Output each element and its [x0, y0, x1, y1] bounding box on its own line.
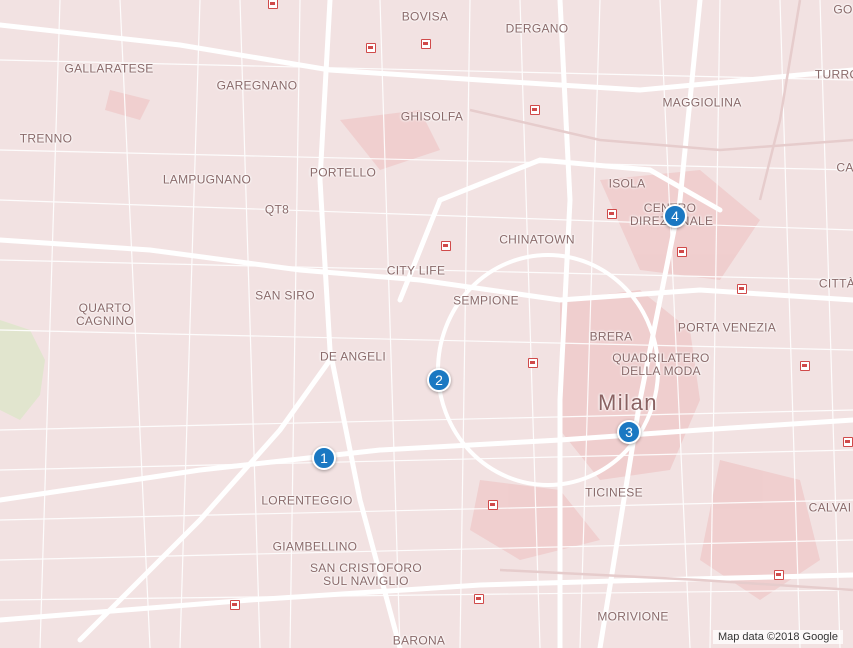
- place-label-chinatown: CHINATOWN: [499, 232, 575, 247]
- map-marker-1[interactable]: 1: [312, 446, 336, 470]
- metro-station-icon[interactable]: [737, 284, 747, 294]
- map-marker-4[interactable]: 4: [663, 204, 687, 228]
- metro-station-icon[interactable]: [843, 437, 853, 447]
- metro-station-icon[interactable]: [421, 39, 431, 49]
- place-label-porta-venezia: PORTA VENEZIA: [677, 320, 777, 335]
- metro-station-icon[interactable]: [230, 600, 240, 610]
- place-label-calvai: CALVAI: [808, 500, 852, 515]
- metro-station-icon[interactable]: [677, 247, 687, 257]
- metro-station-icon[interactable]: [528, 358, 538, 368]
- place-label-isola: ISOLA: [608, 176, 646, 191]
- metro-station-icon[interactable]: [441, 241, 451, 251]
- place-label-ghisolfa: GHISOLFA: [400, 109, 464, 124]
- metro-station-icon[interactable]: [607, 209, 617, 219]
- place-label-brera: BRERA: [589, 329, 633, 344]
- place-label-dergano: DERGANO: [505, 21, 569, 36]
- place-label-garegnano: GAREGNANO: [216, 78, 298, 93]
- map-attribution[interactable]: Map data ©2018 Google: [712, 630, 843, 644]
- place-label-barona: BARONA: [392, 633, 446, 648]
- metro-station-icon[interactable]: [268, 0, 278, 9]
- place-label-ticinese: TICINESE: [585, 485, 643, 500]
- place-label-san-siro: SAN SIRO: [255, 288, 315, 303]
- place-label-sempione: SEMPIONE: [453, 293, 519, 308]
- place-label-portello: PORTELLO: [309, 165, 377, 180]
- metro-station-icon[interactable]: [800, 361, 810, 371]
- city-label: Milan: [597, 390, 659, 415]
- place-label-quadrilatero-della-moda: QUADRILATERO DELLA MODA: [612, 351, 710, 378]
- map-marker-2[interactable]: 2: [427, 368, 451, 392]
- place-label-turro: TURRO: [814, 67, 853, 82]
- place-label-citta: CITTÀ: [818, 276, 853, 291]
- metro-station-icon[interactable]: [488, 500, 498, 510]
- place-label-trenno: TRENNO: [19, 131, 73, 146]
- map-view[interactable]: BOVISA DERGANO GALLARATESE GAREGNANO GHI…: [0, 0, 853, 648]
- place-label-quarto-cagnino: QUARTO CAGNINO: [75, 301, 135, 328]
- place-label-giambellino: GIAMBELLINO: [272, 539, 358, 554]
- metro-station-icon[interactable]: [474, 594, 484, 604]
- place-label-city-life: CITY LIFE: [386, 263, 446, 278]
- place-label-go: GO: [833, 2, 853, 17]
- place-label-lampugnano: LAMPUGNANO: [162, 172, 252, 187]
- place-label-de-angeli: DE ANGELI: [319, 349, 387, 364]
- place-label-lorenteggio: LORENTEGGIO: [261, 493, 353, 508]
- place-label-qt8: QT8: [264, 202, 290, 217]
- metro-station-icon[interactable]: [530, 105, 540, 115]
- metro-station-icon[interactable]: [366, 43, 376, 53]
- place-label-bovisa: BOVISA: [401, 9, 449, 24]
- place-label-san-cristoforo: SAN CRISTOFORO SUL NAVIGLIO: [310, 561, 422, 588]
- place-label-ca: CA: [836, 160, 853, 175]
- place-label-maggiolina: MAGGIOLINA: [662, 95, 742, 110]
- place-label-gallaratese: GALLARATESE: [64, 61, 154, 76]
- map-marker-3[interactable]: 3: [617, 420, 641, 444]
- metro-station-icon[interactable]: [774, 570, 784, 580]
- place-label-morivione: MORIVIONE: [597, 609, 669, 624]
